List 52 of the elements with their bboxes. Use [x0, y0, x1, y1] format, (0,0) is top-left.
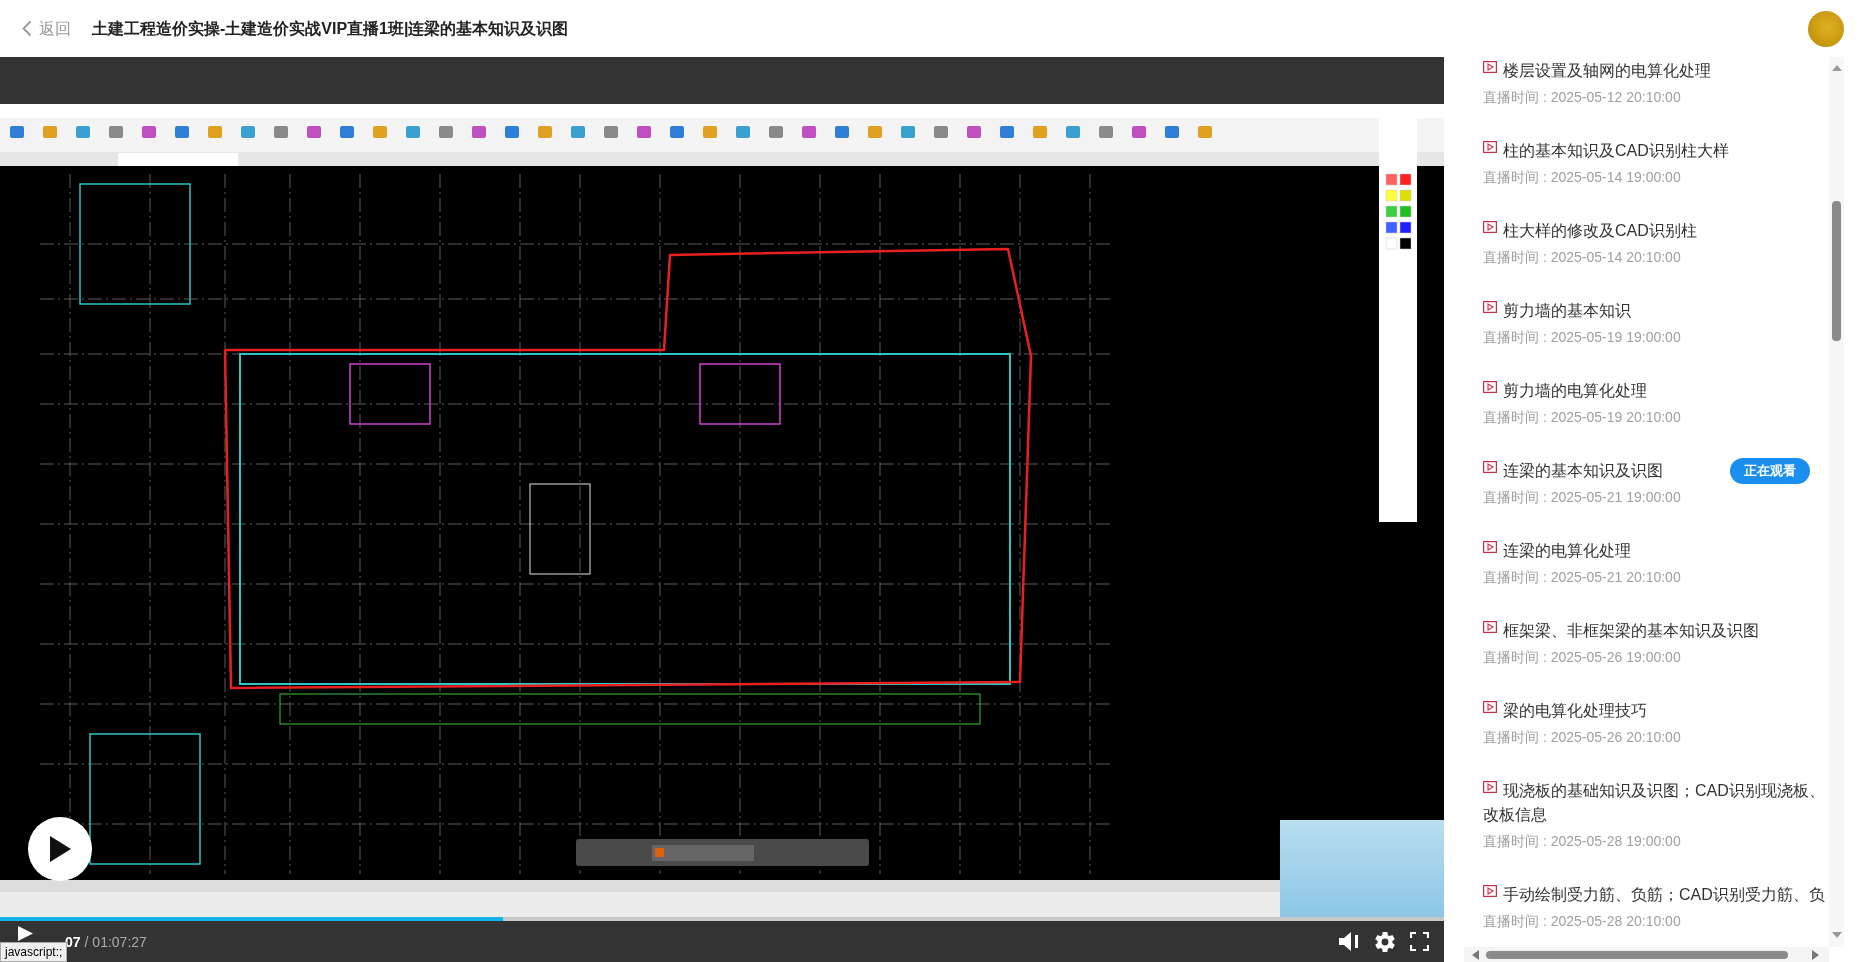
lesson-title[interactable]: 框架梁、非框架梁的基本知识及识图 [1483, 619, 1829, 643]
progress-track[interactable] [0, 917, 1444, 921]
play-square-icon [1483, 541, 1497, 553]
play-square-icon [1483, 701, 1497, 713]
lesson-title[interactable]: 手动绘制受力筋、负筋；CAD识别受力筋、负 [1483, 883, 1829, 907]
lesson-time: 直播时间 : 2025-05-28 19:00:00 [1483, 832, 1682, 851]
play-square-icon [1483, 61, 1497, 73]
play-square-icon [1483, 781, 1497, 793]
play-square-icon [1483, 141, 1497, 153]
play-square-icon [1483, 885, 1497, 897]
caret-right-icon[interactable] [1812, 949, 1819, 960]
caret-left-icon[interactable] [1472, 949, 1479, 960]
lesson-time: 直播时间 : 2025-05-14 20:10:00 [1483, 248, 1682, 267]
lesson-time: 直播时间 : 2025-05-26 19:00:00 [1483, 648, 1682, 667]
lesson-time: 直播时间 : 2025-05-14 19:00:00 [1483, 168, 1682, 187]
lesson-title[interactable]: 剪力墙的电算化处理 [1483, 379, 1829, 403]
avatar[interactable] [1808, 10, 1844, 47]
settings-icon[interactable] [1374, 930, 1396, 953]
scrollbar-track[interactable] [1829, 57, 1844, 947]
course-title: 土建工程造价实操-土建造价实战VIP直播1班|连梁的基本知识及识图 [92, 18, 569, 39]
lesson-title[interactable]: 柱大样的修改及CAD识别柱 [1483, 219, 1829, 243]
lesson-time: 直播时间 : 2025-05-26 20:10:00 [1483, 728, 1682, 747]
now-watching-badge: 正在观看 [1730, 458, 1810, 484]
scrollbar-thumb[interactable] [1486, 950, 1788, 959]
chevron-left-icon [22, 20, 32, 37]
lesson-time: 直播时间 : 2025-05-19 19:00:00 [1483, 328, 1682, 347]
speaker-icon[interactable] [1339, 932, 1360, 951]
lesson-time: 直播时间 : 2025-05-19 20:10:00 [1483, 408, 1682, 427]
total-time: / 01:07:27 [84, 933, 147, 950]
play-square-icon [1483, 221, 1497, 233]
lesson-title[interactable]: 梁的电算化处理技巧 [1483, 699, 1829, 723]
play-icon [48, 835, 72, 863]
lesson-title[interactable]: 楼层设置及轴网的电算化处理 [1483, 59, 1829, 83]
play-square-icon [1483, 621, 1497, 633]
caret-up-icon[interactable] [1831, 65, 1842, 71]
lesson-time: 直播时间 : 2025-05-28 20:10:00 [1483, 912, 1682, 931]
lesson-title[interactable]: 剪力墙的基本知识 [1483, 299, 1829, 323]
scrollbar-track[interactable] [1464, 947, 1829, 962]
lesson-title[interactable]: 连梁的电算化处理 [1483, 539, 1829, 563]
lesson-time: 直播时间 : 2025-05-21 20:10:00 [1483, 568, 1682, 587]
scrollbar-thumb[interactable] [1832, 201, 1841, 341]
play-square-icon [1483, 461, 1497, 473]
play-square-icon [1483, 381, 1497, 393]
lesson-title[interactable]: 连梁的基本知识及识图 [1483, 459, 1722, 483]
caret-down-icon[interactable] [1831, 932, 1842, 938]
lesson-title[interactable]: 柱的基本知识及CAD识别柱大样 [1483, 139, 1829, 163]
lesson-time: 直播时间 : 2025-05-21 19:00:00 [1483, 488, 1682, 507]
status-tooltip: javascript:; [0, 942, 68, 962]
lesson-time: 直播时间 : 2025-05-12 20:10:00 [1483, 88, 1682, 107]
lesson-title[interactable]: 现浇板的基础知识及识图；CAD识别现浇板、改板信息 [1483, 779, 1829, 827]
fullscreen-icon[interactable] [1410, 932, 1429, 951]
play-square-icon [1483, 301, 1497, 313]
